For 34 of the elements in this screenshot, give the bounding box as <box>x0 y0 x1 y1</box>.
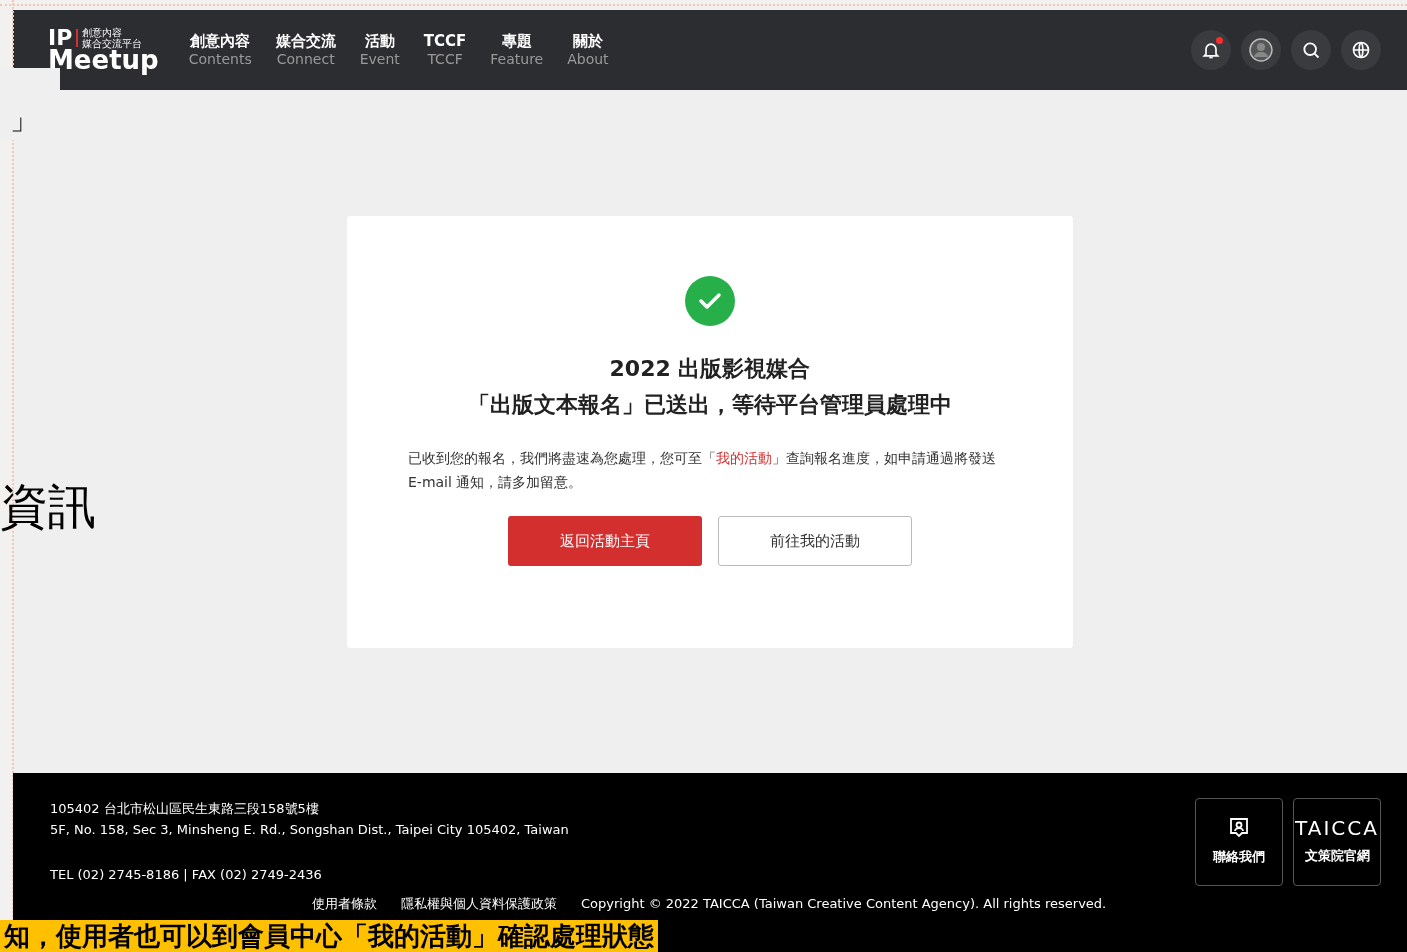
footer-link[interactable]: 隱私權與個人資料保護政策 <box>401 893 557 914</box>
agency-logo: TAICCA <box>1295 818 1379 839</box>
contact-us-tile[interactable]: 聯絡我們 <box>1195 798 1283 886</box>
contact-card-icon <box>1229 817 1249 840</box>
confirmation-title: 2022 出版影視媒合 <box>609 355 811 383</box>
nav-link[interactable]: 媒合交流 Connect <box>275 31 336 69</box>
nav-link[interactable]: 關於 About <box>567 31 609 69</box>
search-icon <box>1301 40 1321 60</box>
nav-link[interactable]: 創意內容 Contents <box>188 31 252 69</box>
notifications-button[interactable] <box>1191 30 1231 70</box>
my-events-link[interactable]: 我的活動 <box>716 450 772 466</box>
address-english: 5F, No. 158, Sec 3, Minsheng E. Rd., Songshan Dist., Taipei City 105402, Taiwan <box>50 821 570 839</box>
language-button[interactable] <box>1341 30 1381 70</box>
overlay-text: 資訊 <box>0 482 96 530</box>
account-button[interactable] <box>1241 30 1281 70</box>
footer-link[interactable]: 使用者條款 <box>312 893 377 914</box>
confirmation-message: 已收到您的報名，我們將盡速為您處理，您可至「我的活動」查詢報名進度，如申請通過將發送 E-mail 通知，請多加留意。 <box>408 449 997 492</box>
confirmation-title: 「出版文本報名」已送出，等待平台管理員處理中 <box>468 391 952 419</box>
agency-site-tile[interactable]: TAICCA 文策院官網 <box>1293 798 1381 886</box>
back-to-event-button[interactable]: 返回活動主頁 <box>508 516 702 566</box>
bell-icon <box>1201 40 1221 60</box>
nav-link[interactable]: 活動 Event <box>359 31 400 69</box>
nav-link[interactable]: 專題 Feature <box>490 31 544 69</box>
nav-link[interactable]: TCCF TCCF <box>423 31 467 69</box>
success-check-icon <box>685 276 735 326</box>
user-avatar-icon <box>1248 37 1274 63</box>
caption-text: 知，使用者也可以到會員中心「我的活動」確認處理狀態 <box>4 923 654 949</box>
address-chinese: 105402 台北市松山區民生東路三段158號5樓 <box>50 800 320 818</box>
globe-icon <box>1351 40 1371 60</box>
contact-numbers: TEL (02) 2745-8186 | FAX (02) 2749-2436 <box>50 866 323 884</box>
overlay-text: 」 <box>10 106 38 134</box>
go-to-my-events-button[interactable]: 前往我的活動 <box>718 516 912 566</box>
search-button[interactable] <box>1291 30 1331 70</box>
copyright-text: Copyright © 2022 TAICCA (Taiwan Creative Content Agency). All rights reserved. <box>581 895 1107 913</box>
